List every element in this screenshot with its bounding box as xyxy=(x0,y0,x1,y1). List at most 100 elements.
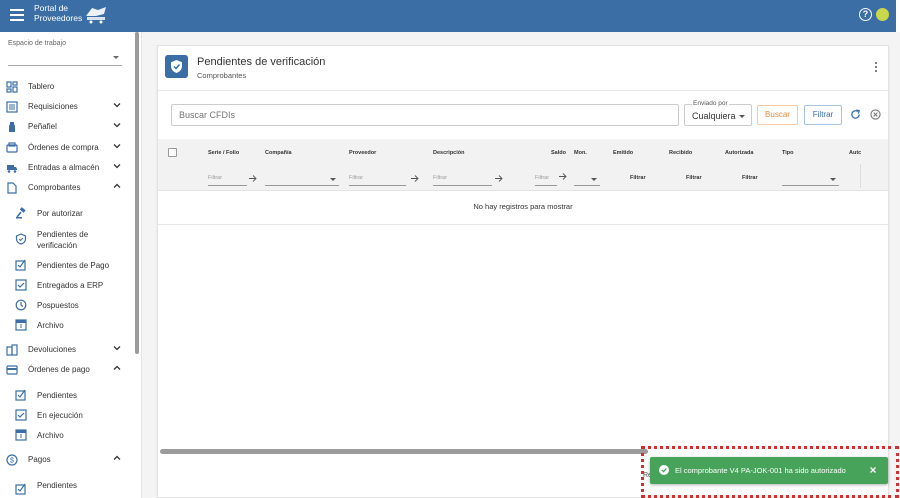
sidebar-item-label: Devoluciones xyxy=(28,345,77,354)
column-header[interactable]: Serie / Folio xyxy=(208,150,239,156)
sidebar-item-pospuestos[interactable]: Pospuestos xyxy=(0,297,132,313)
success-toast: El comprobante V4 PA-JOK-001 ha sido aut… xyxy=(650,457,888,484)
filter-button-emitido[interactable]: Filtrar xyxy=(630,175,646,181)
column-header[interactable]: Autorizada xyxy=(725,150,753,156)
app-logo[interactable]: Portal de Proveedores xyxy=(34,3,82,23)
empty-state-message: No hay registros para mostrar xyxy=(158,190,888,225)
edit-check-icon xyxy=(15,483,26,495)
sender-select-value: Cualquiera xyxy=(692,111,736,121)
sidebar-item-requisiciones[interactable]: Requisiciones xyxy=(0,98,132,116)
sidebar-item-tablero[interactable]: Tablero xyxy=(0,78,132,96)
caret-down-icon xyxy=(830,178,836,181)
filter-input-descripcion[interactable]: Filtrar xyxy=(433,172,492,186)
sidebar-item-pendientes-verificacion[interactable]: Pendientes de verificación xyxy=(0,226,132,252)
workspace-select[interactable] xyxy=(8,50,122,66)
column-header[interactable]: Mon. xyxy=(574,150,587,156)
sidebar-item-entradas-almacen[interactable]: Entradas a almacén xyxy=(0,159,132,177)
card-icon xyxy=(6,365,18,375)
filter-input-saldo[interactable]: Filtrar xyxy=(535,172,557,186)
arrow-right-icon[interactable] xyxy=(559,173,567,180)
sidebar-item-comprobantes[interactable]: Comprobantes xyxy=(0,179,132,197)
clear-filter-icon[interactable] xyxy=(870,109,881,120)
column-divider xyxy=(860,164,861,188)
sidebar-item-pagos[interactable]: $ Pagos xyxy=(0,451,132,469)
sidebar-item-label: Tablero xyxy=(28,82,55,91)
column-header[interactable]: Recibido xyxy=(669,150,692,156)
column-header[interactable]: Tipo xyxy=(782,150,794,156)
help-icon[interactable]: ? xyxy=(859,8,872,21)
sidebar-item-op-pendientes[interactable]: Pendientes xyxy=(0,387,132,403)
archive-icon xyxy=(15,429,27,441)
sidebar-item-op-archivo[interactable]: Archivo xyxy=(0,427,132,443)
logo-line2: Proveedores xyxy=(34,13,83,23)
sidebar-item-label: Entregados a ERP xyxy=(37,281,104,290)
select-all-checkbox[interactable] xyxy=(168,148,177,157)
filter-button[interactable]: Filtrar xyxy=(804,105,842,125)
arrow-right-icon[interactable] xyxy=(249,175,257,182)
column-header[interactable]: Saldo xyxy=(551,150,566,156)
sidebar-item-pendientes-pago[interactable]: Pendientes de Pago xyxy=(0,257,132,273)
sidebar-item-label: Peñafiel xyxy=(28,122,57,131)
arrow-right-icon[interactable] xyxy=(495,175,503,182)
search-button[interactable]: Buscar xyxy=(757,105,798,125)
sidebar-item-label: Pendientes de Pago xyxy=(37,261,110,270)
arrow-right-icon[interactable] xyxy=(411,175,419,182)
refresh-icon[interactable] xyxy=(850,109,861,120)
chevron-down-icon xyxy=(113,346,121,351)
more-vert-icon[interactable] xyxy=(873,62,879,74)
sidebar-item-label: Archivo xyxy=(37,321,64,330)
truck-icon xyxy=(7,165,17,173)
truck-logo-icon xyxy=(86,7,106,24)
filter-select-tipo[interactable] xyxy=(782,172,839,186)
avatar[interactable] xyxy=(876,8,889,21)
logo-line1: Portal de xyxy=(34,3,69,13)
bottle-icon xyxy=(9,122,15,132)
dollar-icon: $ xyxy=(6,454,18,466)
sidebar-item-archivo[interactable]: Archivo xyxy=(0,317,132,333)
search-input[interactable] xyxy=(171,104,679,126)
chevron-down-icon xyxy=(113,103,121,108)
filter-input-proveedor[interactable]: Filtrar xyxy=(349,172,406,186)
sidebar-item-label: Pendientes xyxy=(37,481,78,490)
sidebar-item-label: Archivo xyxy=(37,431,64,440)
sender-select[interactable]: Cualquiera xyxy=(684,104,752,126)
close-icon[interactable] xyxy=(868,465,878,475)
sidebar-item-pagos-pendientes[interactable]: Pendientes xyxy=(0,477,132,495)
horizontal-scrollbar[interactable] xyxy=(160,449,648,454)
sidebar-item-entregados-erp[interactable]: Entregados a ERP xyxy=(0,277,132,293)
filter-button-recibido[interactable]: Filtrar xyxy=(686,175,702,181)
sidebar-item-label: En ejecución xyxy=(37,411,83,420)
filter-select-compania[interactable] xyxy=(265,172,339,186)
filter-button-autorizada[interactable]: Filtrar xyxy=(742,175,758,181)
dashboard-icon xyxy=(6,81,18,93)
sidebar-item-devoluciones[interactable]: Devoluciones xyxy=(0,341,132,359)
edit-check-icon xyxy=(15,389,26,401)
shield-check-icon xyxy=(165,55,188,78)
page-title: Pendientes de verificación xyxy=(197,56,326,68)
workspace-label: Espacio de trabajo xyxy=(8,40,66,47)
sidebar-item-penafiel[interactable]: Peñafiel xyxy=(0,118,132,136)
chevron-up-icon xyxy=(113,183,121,188)
sidebar-item-ordenes-compra[interactable]: Órdenes de compra xyxy=(0,139,132,157)
check-circle-icon xyxy=(659,465,669,475)
menu-icon[interactable] xyxy=(10,9,24,21)
filter-input-serie[interactable]: Filtrar xyxy=(208,172,247,186)
column-header[interactable]: Compañía xyxy=(265,150,292,156)
column-header[interactable]: Descripción xyxy=(433,150,464,156)
building-icon xyxy=(6,344,18,356)
sidebar-item-por-autorizar[interactable]: Por autorizar xyxy=(0,205,132,221)
filter-select-moneda[interactable] xyxy=(574,172,600,186)
check-box-icon xyxy=(15,409,27,421)
caret-down-icon xyxy=(330,178,336,181)
sidebar-item-op-en-ejecucion[interactable]: En ejecución xyxy=(0,407,132,423)
gavel-icon xyxy=(16,207,26,219)
sidebar-item-ordenes-pago[interactable]: Órdenes de pago xyxy=(0,361,132,379)
caret-down-icon xyxy=(113,56,119,59)
caret-down-icon xyxy=(739,115,745,118)
column-header[interactable]: Emitido xyxy=(613,150,633,156)
column-header[interactable]: Autc xyxy=(849,150,861,156)
chevron-down-icon xyxy=(113,123,121,128)
sidebar-scrollbar[interactable] xyxy=(135,32,139,354)
document-icon xyxy=(7,182,17,194)
column-header[interactable]: Proveedor xyxy=(349,150,376,156)
